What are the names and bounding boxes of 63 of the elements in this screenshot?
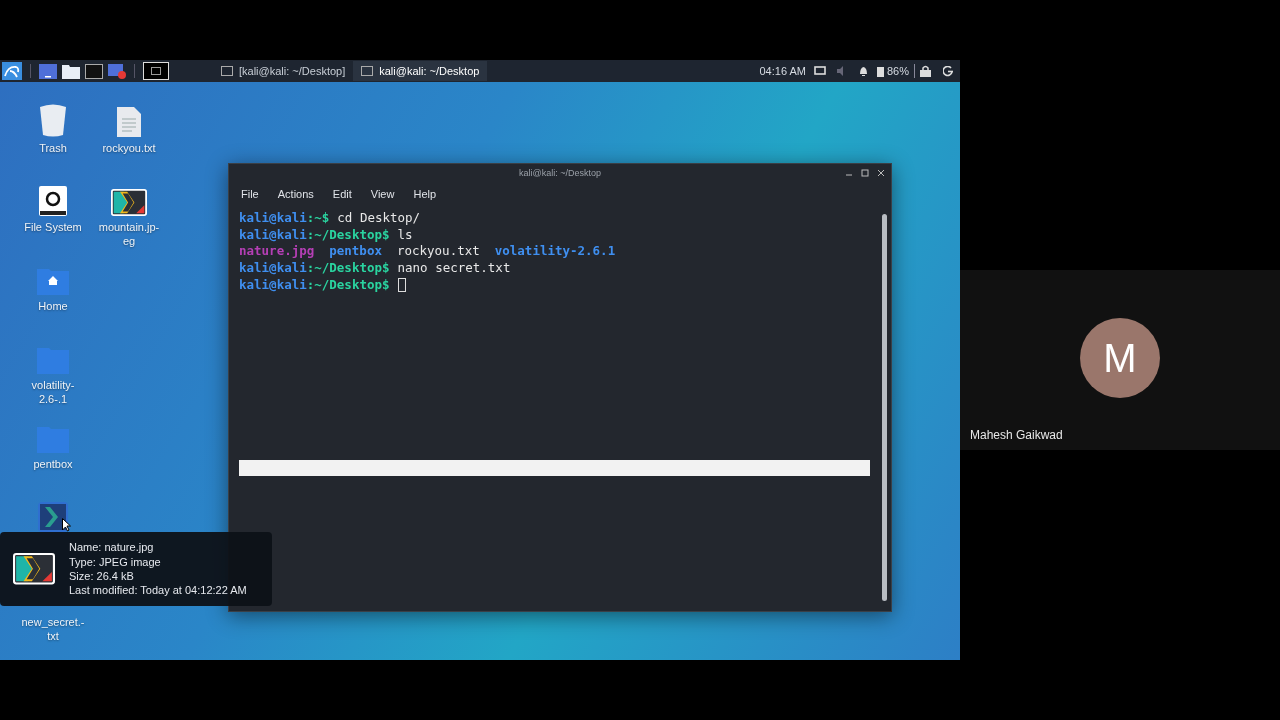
desktop-icon-label[interactable]: new_secret.-txt xyxy=(18,615,88,643)
prompt-path: :~/Desktop$ xyxy=(306,225,390,244)
scrollbar[interactable] xyxy=(882,214,887,601)
desktop-icon-label[interactable]: File System xyxy=(18,220,88,234)
screen-recorder-icon[interactable] xyxy=(108,63,126,79)
tooltip-text: Name: nature.jpg xyxy=(69,540,155,555)
command-text: ls xyxy=(397,225,413,244)
bell-icon[interactable] xyxy=(857,65,869,77)
menu-item[interactable]: File xyxy=(241,185,259,203)
command-text: nano secret.txt xyxy=(397,259,511,278)
menu-item[interactable]: View xyxy=(370,185,395,203)
prompt-user: kali@kali xyxy=(239,225,307,244)
workspace-switcher[interactable] xyxy=(143,62,169,80)
terminal-icon xyxy=(361,66,374,76)
display-icon[interactable] xyxy=(813,66,826,76)
prompt-path: :~/Desktop$ xyxy=(306,259,390,278)
close-icon[interactable] xyxy=(877,168,885,178)
menu-item[interactable]: Actions xyxy=(277,185,314,203)
command-text: cd Desktop/ xyxy=(337,208,421,227)
file-name: rockyou.txt xyxy=(396,242,480,261)
text-file-icon[interactable] xyxy=(117,107,141,137)
prompt-user: kali@kali xyxy=(239,275,307,294)
menu-item[interactable]: Edit xyxy=(332,185,352,203)
prompt-path: :~/Desktop$ xyxy=(306,275,390,294)
selected-image-icon[interactable] xyxy=(38,502,68,532)
desktop-icon-label[interactable]: mountain.jp-eg xyxy=(94,220,164,248)
image-file-icon xyxy=(111,189,147,216)
logout-icon[interactable] xyxy=(943,65,954,77)
tooltip-text: Last modified: Today at 04:12:22 AM xyxy=(69,583,247,598)
window-title: kali@kali: ~/Desktop xyxy=(519,167,601,181)
terminal-icon[interactable] xyxy=(85,63,103,79)
avatar: M xyxy=(1080,318,1160,398)
file-name: pentbox xyxy=(329,242,382,261)
prompt-path: :~$ xyxy=(306,208,330,227)
tooltip-text: Type: JPEG image xyxy=(69,554,162,569)
taskbar-window-button[interactable]: [kali@kali: ~/Desktop] xyxy=(213,61,354,81)
home-folder-icon[interactable] xyxy=(37,267,69,295)
clock[interactable]: 04:16 AM xyxy=(759,62,806,80)
kali-menu-icon[interactable] xyxy=(2,62,22,80)
lock-icon[interactable] xyxy=(920,65,931,77)
trash-icon[interactable] xyxy=(38,103,68,137)
terminal-icon xyxy=(221,66,233,76)
battery-percentage[interactable]: 86% xyxy=(886,62,909,80)
image-file-icon xyxy=(13,553,55,585)
drive-icon[interactable] xyxy=(39,186,67,216)
prompt-user: kali@kali xyxy=(239,208,307,227)
taskbar-window-button[interactable]: kali@kali: ~/Desktop xyxy=(353,61,488,81)
file-name: volatility-2.6.1 xyxy=(494,242,616,261)
window-icon[interactable] xyxy=(39,63,57,79)
desktop-icon-label[interactable]: rockyou.txt xyxy=(94,141,164,155)
desktop-icon-label[interactable]: Trash xyxy=(18,141,88,155)
prompt-user: kali@kali xyxy=(239,259,307,278)
participant-name: Mahesh Gaikwad xyxy=(969,427,1064,444)
tooltip-text: Size: 26.4 kB xyxy=(69,569,135,584)
desktop-icon-label[interactable]: volatility-2.6-.1 xyxy=(18,378,88,406)
menu-item[interactable]: Help xyxy=(413,185,437,203)
desktop-icon-label[interactable]: Home xyxy=(18,299,88,313)
battery-icon[interactable] xyxy=(876,65,884,77)
desktop-icon-label[interactable]: pentbox xyxy=(18,457,88,471)
mouse-pointer-icon xyxy=(62,518,71,532)
maximize-icon[interactable] xyxy=(861,168,869,178)
folder-icon[interactable] xyxy=(62,63,80,79)
file-name: nature.jpg xyxy=(239,242,315,261)
